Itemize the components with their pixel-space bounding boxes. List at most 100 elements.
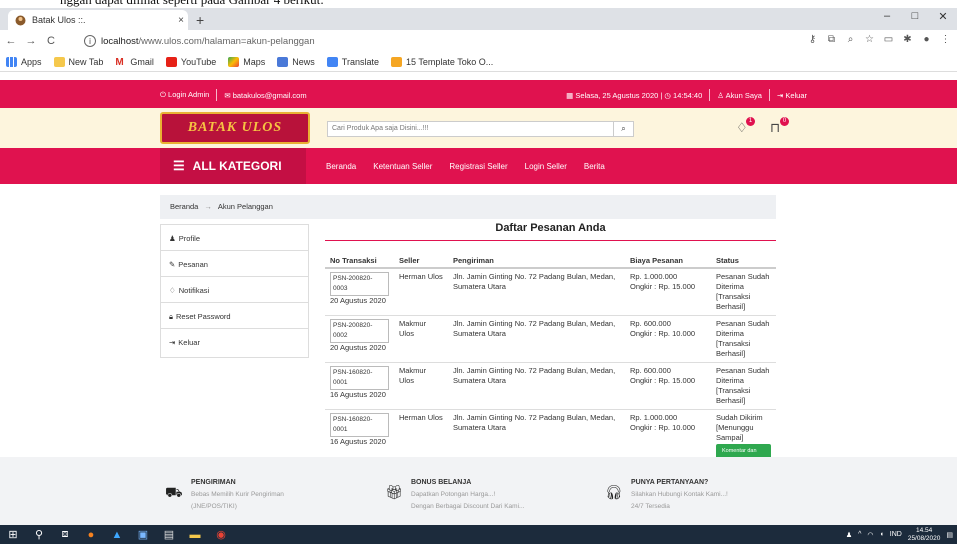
table-row: PSN-200820-0002 20 Agustus 2020 Makmur Ul…	[325, 315, 776, 363]
star-icon[interactable]: ☆	[862, 34, 877, 45]
order-cost: Rp. 600.000	[630, 319, 671, 328]
clock[interactable]: 14.54 25/08/2020	[908, 527, 941, 543]
chrome-icon[interactable]: ◉	[208, 525, 234, 544]
search-taskbar-icon[interactable]: ⚲	[26, 525, 52, 544]
sidebar-item-notifikasi[interactable]: ♢ Notifikasi	[161, 277, 308, 303]
tab-close-icon[interactable]: ×	[174, 15, 188, 26]
table-row: PSN-200820-0003 20 Agustus 2020 Herman Ul…	[325, 268, 776, 316]
app-icon-4[interactable]: ▤	[156, 525, 182, 544]
col-pengiriman: Pengiriman	[448, 254, 625, 269]
news-icon	[277, 56, 289, 67]
extension-icon[interactable]: ▭	[881, 34, 896, 45]
tab-title: Batak Ulos ::.	[32, 15, 86, 25]
maximize-button[interactable]: □	[901, 10, 929, 23]
menu-berita[interactable]: Berita	[584, 162, 605, 171]
breadcrumb: Beranda → Akun Pelanggan	[160, 195, 776, 219]
search-icon[interactable]: ⌕	[613, 122, 633, 136]
volume-icon[interactable]: ◖	[880, 531, 884, 538]
new-tab-button[interactable]: +	[196, 12, 204, 28]
back-icon[interactable]: ←	[2, 35, 20, 47]
app-icon-3[interactable]: ▣	[130, 525, 156, 544]
bookmark-translate[interactable]: Translate	[326, 56, 379, 67]
file-explorer-icon[interactable]: ▬	[182, 525, 208, 544]
menu-login-seller[interactable]: Login Seller	[525, 162, 567, 171]
account-sidebar: ♟ Profile ✎ Pesanan ♢ Notifikasi 🔒︎ Reset Pa…	[160, 224, 309, 358]
shipping-cell: Jln. Jamin Ginting No. 72 Padang Bulan, …	[448, 268, 625, 316]
info-icon[interactable]: i	[84, 35, 96, 47]
col-biaya: Biaya Pesanan	[625, 254, 711, 269]
bookmark-maps[interactable]: Maps	[228, 56, 265, 67]
notification-center-icon[interactable]: ▤	[946, 531, 953, 539]
shipping-cost: Ongkir : Rp. 10.000	[630, 423, 696, 432]
puzzle-icon[interactable]: ✱	[900, 34, 915, 45]
url-path: /www.ulos.com/halaman=akun-pelanggan	[138, 35, 315, 47]
all-kategori-button[interactable]: ☰ ALL KATEGORI	[160, 148, 306, 184]
akun-saya-link[interactable]: ♙ Akun Saya	[717, 91, 762, 100]
order-date: 16 Agustus 2020	[330, 437, 386, 446]
footer-bonus: 🎁︎ BONUS BELANJA Dapatkan Potongan Harga.…	[385, 477, 524, 513]
app-icon-1[interactable]: ●	[78, 525, 104, 544]
seller-cell: Makmur Ulos	[394, 362, 448, 410]
minimize-button[interactable]: –	[873, 10, 901, 23]
order-date: 20 Agustus 2020	[330, 296, 386, 305]
shipping-cost: Ongkir : Rp. 10.000	[630, 329, 696, 338]
sidebar-item-reset-password[interactable]: 🔒︎ Reset Password	[161, 303, 308, 329]
close-window-button[interactable]: ✕	[929, 10, 957, 23]
lang-indicator[interactable]: IND	[890, 531, 902, 538]
kebab-menu-icon[interactable]: ⋮	[938, 34, 953, 45]
notification-bell-icon[interactable]: ♢ 1	[736, 117, 755, 136]
tray-chevron-icon[interactable]: ^	[858, 531, 861, 538]
shipping-cost: Ongkir : Rp. 15.000	[630, 376, 696, 385]
bookmark-apps[interactable]: Apps	[6, 56, 42, 67]
orders-title: Daftar Pesanan Anda	[495, 222, 606, 234]
network-icon[interactable]: ◠	[867, 531, 873, 539]
forward-icon[interactable]: →	[22, 35, 40, 47]
login-admin-link[interactable]: ⏻ Login Admin	[160, 90, 209, 100]
notification-badge: 1	[746, 117, 755, 126]
url-field[interactable]: i localhost/www.ulos.com/halaman=akun-pe…	[84, 33, 784, 49]
app-icon-2[interactable]: ▲	[104, 525, 130, 544]
cart-icon[interactable]: ⊓ 0	[770, 117, 789, 136]
col-status: Status	[711, 254, 776, 269]
status-text: Pesanan Sudah Diterima	[716, 319, 770, 338]
bookmark-youtube[interactable]: YouTube	[165, 56, 216, 67]
reload-icon[interactable]: C	[42, 35, 60, 47]
translate-icon[interactable]: ⧉	[824, 34, 839, 45]
footer-pertanyaan: 🎧︎ PUNYA PERTANYAAN? Silahkan Hubungi Kon…	[605, 477, 728, 513]
browser-tab[interactable]: Batak Ulos ::. ×	[8, 10, 188, 30]
transaction-id[interactable]: PSN-200820-0002	[330, 319, 389, 343]
seller-cell: Herman Ulos	[394, 268, 448, 316]
sidebar-item-keluar[interactable]: ⇥ Keluar	[161, 329, 308, 357]
menu-ketentuan-seller[interactable]: Ketentuan Seller	[373, 162, 432, 171]
logout-icon: ⇥	[169, 338, 176, 347]
maps-icon	[228, 56, 240, 67]
site-logo[interactable]: BATAK ULOS	[160, 112, 310, 144]
sidebar-item-profile[interactable]: ♟ Profile	[161, 225, 308, 251]
people-icon[interactable]: ♟	[846, 531, 852, 539]
menu-registrasi-seller[interactable]: Registrasi Seller	[449, 162, 507, 171]
order-date: 16 Agustus 2020	[330, 390, 386, 399]
keluar-link[interactable]: ⇥ Keluar	[777, 91, 807, 100]
windows-start-icon[interactable]: ⊞	[0, 525, 26, 544]
order-cost: Rp. 1.000.000	[630, 272, 678, 281]
breadcrumb-home[interactable]: Beranda	[170, 202, 198, 212]
key-icon[interactable]: ⚷	[805, 34, 820, 45]
folder-icon	[53, 56, 65, 67]
email-link[interactable]: ✉ batakulos@gmail.com	[224, 91, 306, 100]
bookmark-template[interactable]: 15 Template Toko O...	[390, 56, 493, 67]
bookmark-gmail[interactable]: M Gmail	[115, 56, 154, 68]
order-cost: Rp. 600.000	[630, 366, 671, 375]
transaction-id[interactable]: PSN-160820-0001	[330, 366, 389, 390]
search-input[interactable]: Cari Produk Apa saja Disini...!!! ⌕	[327, 121, 634, 137]
bookmark-news[interactable]: News	[277, 56, 315, 67]
task-view-icon[interactable]: ⧈	[52, 525, 78, 544]
transaction-id[interactable]: PSN-200820-0003	[330, 272, 389, 296]
bookmark-newtab[interactable]: New Tab	[53, 56, 103, 67]
menu-beranda[interactable]: Beranda	[326, 162, 356, 171]
sidebar-item-pesanan[interactable]: ✎ Pesanan	[161, 251, 308, 277]
favicon-icon	[14, 14, 26, 26]
translate-bookmark-icon	[326, 56, 338, 67]
zoom-icon[interactable]: ⌕	[843, 34, 858, 45]
profile-icon[interactable]: ●	[919, 34, 934, 45]
transaction-id[interactable]: PSN-160820-0001	[330, 413, 389, 437]
